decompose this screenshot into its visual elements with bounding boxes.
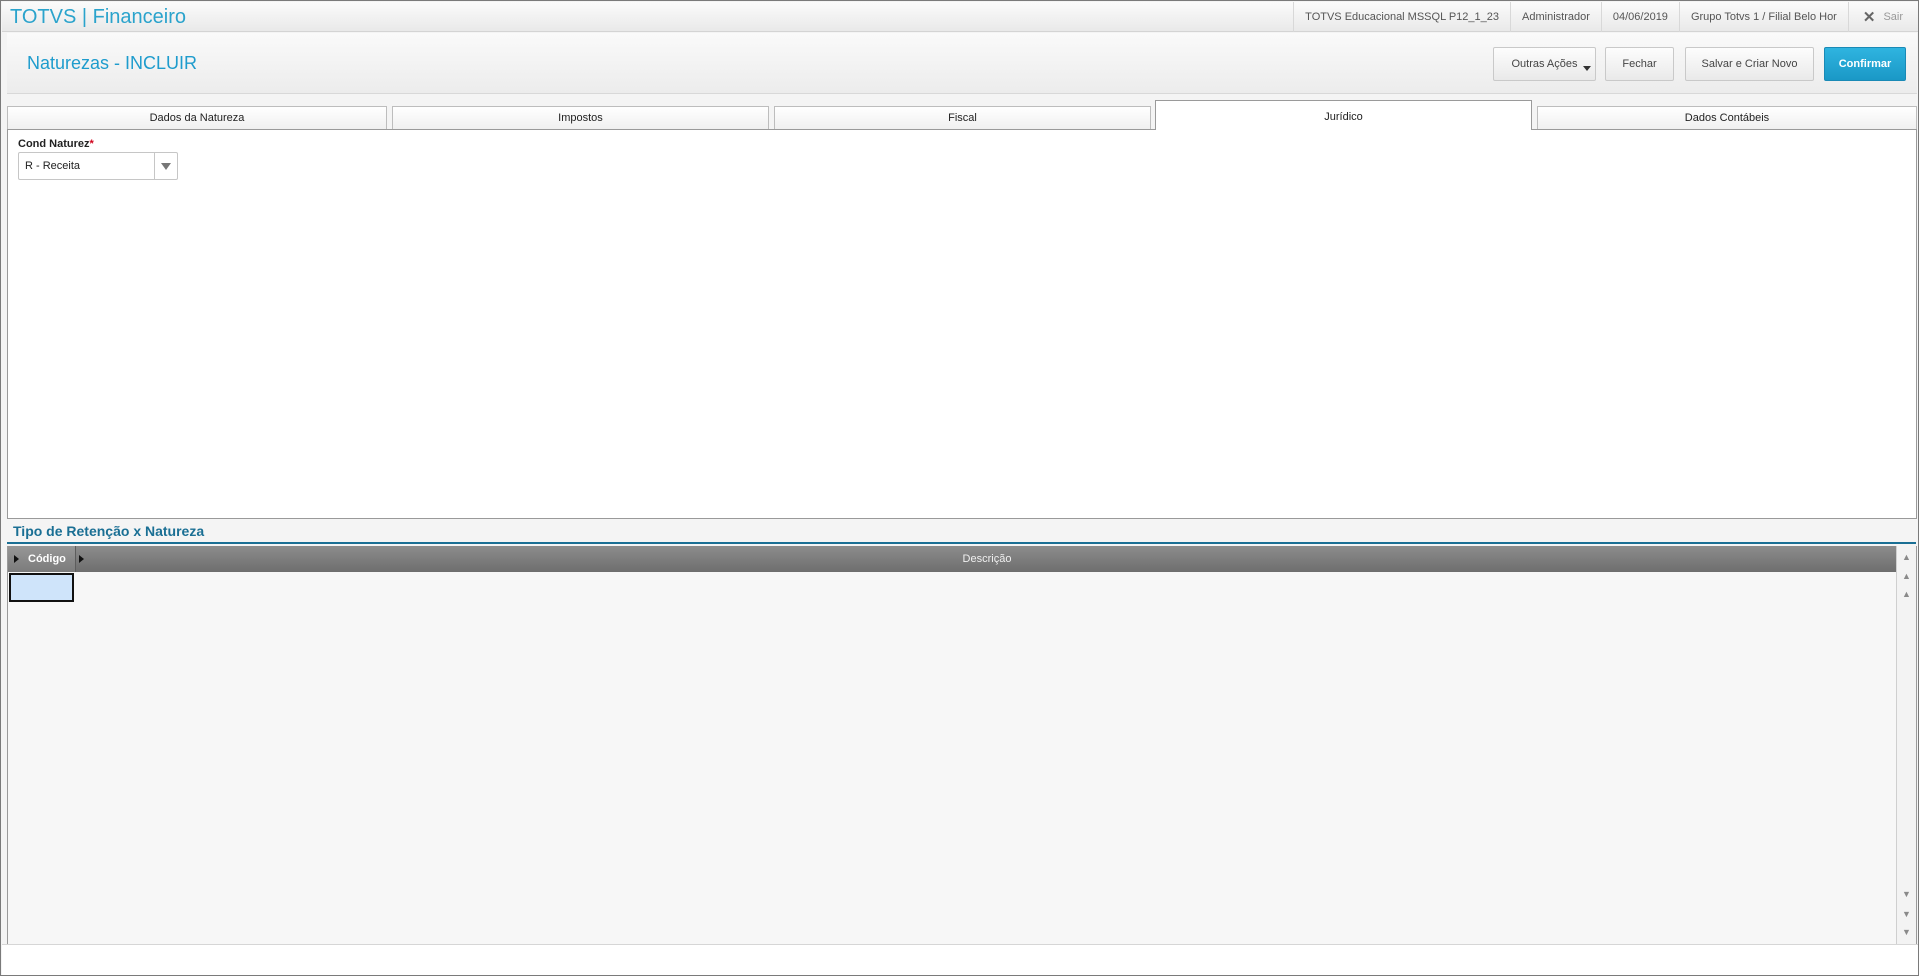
required-mark: * — [89, 138, 94, 150]
other-actions-button[interactable]: Outras Ações — [1493, 47, 1596, 81]
page-title: Naturezas - INCLUIR — [27, 53, 198, 73]
grid-header: Código Descrição — [8, 546, 1897, 572]
scroll-page-down-icon[interactable]: ▼ — [1899, 906, 1914, 922]
column-header-descricao[interactable]: Descrição — [77, 546, 1897, 572]
close-button[interactable]: Fechar — [1605, 47, 1674, 81]
scroll-top-icon[interactable]: ▲ — [1899, 549, 1914, 565]
column-header-codigo[interactable]: Código — [8, 546, 76, 572]
cond-natureza-label: Cond Naturez* — [18, 138, 94, 150]
tab-fiscal[interactable]: Fiscal — [774, 106, 1151, 129]
user-label: Administrador — [1510, 2, 1601, 32]
column-codigo-label: Código — [28, 553, 66, 565]
chevron-down-icon — [161, 162, 171, 170]
top-bar: TOTVS | Financeiro TOTVS Educacional MSS… — [2, 2, 1918, 32]
arrow-down-icon[interactable]: ▼ — [1899, 886, 1914, 902]
save-and-new-button[interactable]: Salvar e Criar Novo — [1685, 47, 1814, 81]
retention-grid[interactable]: Código Descrição ▲ ▲ ▲ ▼ ▼ ▼ — [7, 546, 1917, 944]
tab-dados-contabeis[interactable]: Dados Contábeis — [1537, 106, 1917, 129]
chevron-down-icon — [1583, 66, 1591, 71]
page-header: Naturezas - INCLUIR Outras Ações Fechar … — [7, 33, 1917, 94]
scroll-bottom-icon[interactable]: ▼ — [1899, 924, 1914, 940]
scroll-page-up-icon[interactable]: ▲ — [1899, 568, 1914, 584]
tab-bar: Dados da Natureza Impostos Fiscal Jurídi… — [7, 100, 1917, 130]
select-dropdown-button[interactable] — [154, 153, 177, 179]
grid-vertical-scrollbar[interactable]: ▲ ▲ ▲ ▼ ▼ ▼ — [1896, 546, 1916, 944]
footer-area — [2, 944, 1918, 975]
cond-natureza-select[interactable]: R - Receita — [18, 152, 178, 180]
confirm-button[interactable]: Confirmar — [1824, 47, 1906, 81]
app-title: TOTVS | Financeiro — [10, 6, 186, 28]
other-actions-label: Outras Ações — [1511, 58, 1578, 70]
exit-button[interactable]: ✕ Sair — [1847, 2, 1918, 32]
tab-dados-da-natureza[interactable]: Dados da Natureza — [7, 106, 387, 129]
grid-title: Tipo de Retenção x Natureza — [13, 523, 205, 539]
session-info: TOTVS Educacional MSSQL P12_1_23 Adminis… — [1293, 2, 1918, 32]
branch-label[interactable]: Grupo Totvs 1 / Filial Belo Hor — [1678, 2, 1848, 32]
exit-label: Sair — [1883, 11, 1903, 23]
environment-label: TOTVS Educacional MSSQL P12_1_23 — [1293, 2, 1510, 32]
app-window: TOTVS | Financeiro TOTVS Educacional MSS… — [0, 0, 1919, 976]
triangle-right-icon — [14, 555, 19, 563]
tab-juridico[interactable]: Jurídico — [1155, 100, 1532, 130]
tab-impostos[interactable]: Impostos — [392, 106, 769, 129]
cond-natureza-value: R - Receita — [25, 160, 81, 172]
arrow-up-icon[interactable]: ▲ — [1899, 586, 1914, 602]
cond-natureza-label-text: Cond Naturez — [18, 138, 90, 150]
selected-grid-cell[interactable] — [9, 573, 74, 602]
date-label: 04/06/2019 — [1600, 2, 1679, 32]
tab-panel-juridico: Cond Naturez* R - Receita — [7, 129, 1917, 519]
close-icon: ✕ — [1862, 9, 1876, 26]
grid-title-divider — [7, 542, 1916, 544]
